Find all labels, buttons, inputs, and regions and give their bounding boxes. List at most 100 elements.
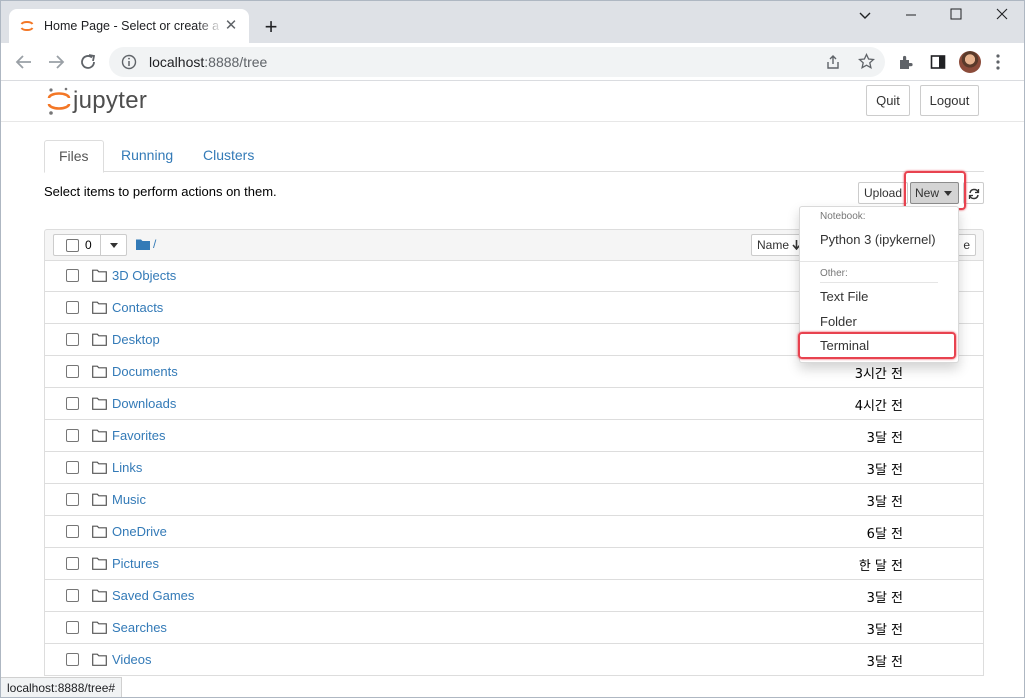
file-name[interactable]: Music	[112, 492, 146, 507]
jupyter-favicon-icon	[20, 20, 34, 32]
selection-hint: Select items to perform actions on them.	[44, 184, 277, 199]
bookmark-star-icon[interactable]	[858, 53, 875, 70]
folder-icon	[92, 333, 107, 346]
folder-icon	[92, 493, 107, 506]
browser-tab[interactable]: Home Page - Select or create a notebook …	[9, 9, 249, 43]
folder-icon	[92, 653, 107, 666]
minimize-icon[interactable]	[889, 7, 933, 27]
file-checkbox[interactable]	[66, 525, 79, 538]
quit-button[interactable]: Quit	[866, 85, 910, 116]
file-modified: 3달 전	[866, 655, 903, 670]
browser-toolbar: localhost:8888/tree	[1, 43, 1024, 81]
file-name[interactable]: Searches	[112, 620, 167, 635]
logout-button[interactable]: Logout	[920, 85, 979, 116]
file-checkbox[interactable]	[66, 397, 79, 410]
file-row[interactable]: Saved Games 3달 전	[45, 580, 983, 612]
tab-search-icon[interactable]	[843, 7, 887, 27]
folder-icon	[92, 397, 107, 410]
file-checkbox[interactable]	[66, 365, 79, 378]
profile-avatar[interactable]	[959, 51, 981, 73]
file-row[interactable]: Links 3달 전	[45, 452, 983, 484]
new-tab-icon[interactable]: +	[258, 15, 284, 41]
file-checkbox[interactable]	[66, 333, 79, 346]
select-all-checkbox[interactable]	[66, 239, 79, 252]
file-name[interactable]: Videos	[112, 652, 152, 667]
breadcrumb-root[interactable]: /	[153, 237, 156, 251]
jupyter-logo[interactable]: jupyter	[47, 87, 147, 115]
tab-running[interactable]: Running	[107, 140, 187, 172]
menu-item-folder[interactable]: Folder	[820, 314, 857, 329]
url-host: localhost	[149, 54, 205, 70]
select-all-box[interactable]: 0	[53, 234, 101, 256]
forward-arrow-icon[interactable]	[43, 49, 69, 75]
close-window-icon[interactable]	[980, 7, 1024, 27]
file-name[interactable]: Desktop	[112, 332, 160, 347]
back-arrow-icon[interactable]	[11, 49, 37, 75]
site-info-icon[interactable]	[121, 54, 137, 70]
file-checkbox[interactable]	[66, 653, 79, 666]
file-checkbox[interactable]	[66, 301, 79, 314]
file-checkbox[interactable]	[66, 493, 79, 506]
reload-icon[interactable]	[75, 49, 101, 75]
file-modified: 3시간 전	[854, 367, 903, 382]
folder-icon	[92, 525, 107, 538]
menu-item-python3[interactable]: Python 3 (ipykernel)	[820, 232, 936, 247]
address-bar[interactable]: localhost:8888/tree	[109, 47, 885, 77]
upload-button[interactable]: Upload	[858, 182, 909, 204]
side-panel-icon[interactable]	[930, 54, 946, 70]
menu-header-other: Other:	[820, 268, 848, 279]
new-button-highlight	[904, 171, 966, 210]
tab-close-icon[interactable]: ✕	[223, 18, 239, 34]
file-name[interactable]: 3D Objects	[112, 268, 176, 283]
file-row[interactable]: Downloads 4시간 전	[45, 388, 983, 420]
file-row[interactable]: Pictures 한 달 전	[45, 548, 983, 580]
file-checkbox[interactable]	[66, 269, 79, 282]
refresh-button[interactable]	[963, 182, 984, 204]
file-name[interactable]: OneDrive	[112, 524, 167, 539]
refresh-icon	[968, 188, 979, 199]
file-checkbox[interactable]	[66, 429, 79, 442]
tab-clusters[interactable]: Clusters	[189, 140, 268, 172]
maximize-icon[interactable]	[934, 7, 978, 27]
file-modified: 3달 전	[866, 623, 903, 638]
menu-divider	[800, 261, 958, 262]
browser-menu-icon[interactable]	[995, 53, 1001, 71]
file-modified: 3달 전	[866, 431, 903, 446]
share-icon[interactable]	[825, 54, 841, 70]
selection-menu-button[interactable]	[100, 234, 127, 256]
file-name[interactable]: Documents	[112, 364, 178, 379]
terminal-highlight	[798, 332, 956, 359]
file-row[interactable]: Favorites 3달 전	[45, 420, 983, 452]
file-name[interactable]: Contacts	[112, 300, 163, 315]
menu-divider	[820, 282, 938, 283]
selected-count: 0	[85, 238, 92, 252]
folder-home-icon[interactable]	[136, 238, 150, 250]
file-name[interactable]: Saved Games	[112, 588, 194, 603]
url-path: :8888/tree	[204, 54, 268, 70]
file-row[interactable]: Music 3달 전	[45, 484, 983, 516]
file-checkbox[interactable]	[66, 589, 79, 602]
file-row[interactable]: OneDrive 6달 전	[45, 516, 983, 548]
folder-icon	[92, 429, 107, 442]
file-checkbox[interactable]	[66, 557, 79, 570]
file-modified: 한 달 전	[858, 559, 903, 574]
file-modified: 3달 전	[866, 591, 903, 606]
file-checkbox[interactable]	[66, 461, 79, 474]
folder-icon	[92, 589, 107, 602]
file-modified: 4시간 전	[854, 399, 903, 414]
menu-item-text-file[interactable]: Text File	[820, 289, 868, 304]
file-name[interactable]: Links	[112, 460, 142, 475]
extensions-puzzle-icon[interactable]	[898, 54, 914, 70]
jupyter-logo-icon	[47, 87, 71, 115]
folder-icon	[92, 365, 107, 378]
file-checkbox[interactable]	[66, 621, 79, 634]
file-name[interactable]: Favorites	[112, 428, 165, 443]
file-row[interactable]: Videos 3달 전	[45, 644, 983, 676]
caret-down-icon	[110, 243, 118, 248]
file-name[interactable]: Downloads	[112, 396, 176, 411]
file-row[interactable]: Searches 3달 전	[45, 612, 983, 644]
folder-icon	[92, 269, 107, 282]
tab-files[interactable]: Files	[44, 140, 104, 173]
jupyter-header: jupyter Quit Logout	[1, 81, 1024, 122]
file-name[interactable]: Pictures	[112, 556, 159, 571]
